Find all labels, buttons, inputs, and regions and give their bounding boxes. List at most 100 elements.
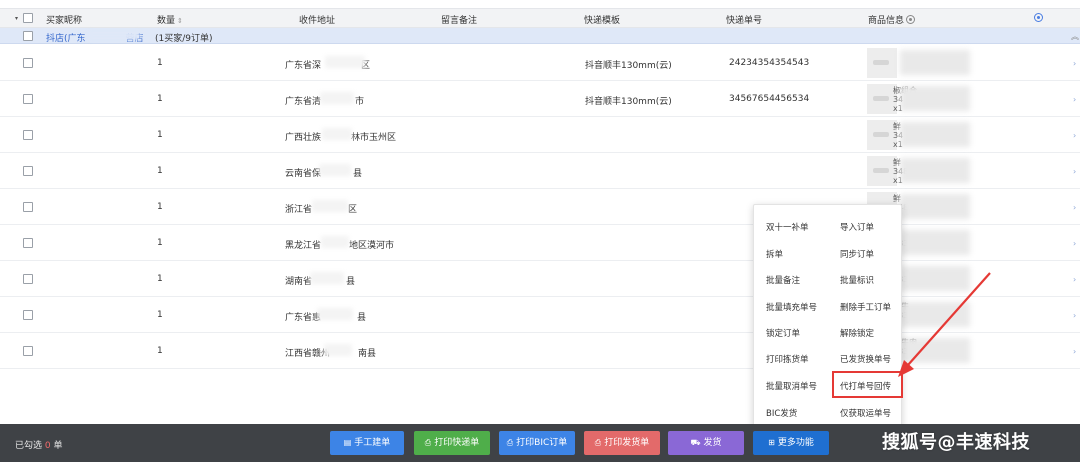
- shop-checkbox[interactable]: [23, 31, 33, 41]
- manual-create-button[interactable]: ▤ 手工建单: [330, 431, 404, 455]
- print-invoice-button[interactable]: ⎙ 打印发货单: [584, 431, 660, 455]
- row-template: 抖音顺丰130mm(云): [585, 97, 672, 107]
- chevron-icon[interactable]: ›: [1073, 347, 1076, 356]
- row-checkbox[interactable]: [23, 274, 33, 284]
- menu-shipped-change[interactable]: 已发货换单号: [840, 353, 891, 365]
- row-checkbox[interactable]: [23, 238, 33, 248]
- column-settings[interactable]: [1032, 13, 1043, 24]
- address-end: 县: [346, 277, 356, 287]
- col-product: 商品信息: [868, 13, 916, 26]
- table-row[interactable]: 1 广东省深区抖音顺丰130mm(云) 24234354354543 ›: [0, 45, 1080, 81]
- printer-icon: ⎙: [594, 438, 602, 447]
- truck-icon: ⛟: [690, 438, 701, 447]
- col-buyer: 买家昵称: [46, 16, 83, 26]
- redaction-blur: [320, 92, 354, 104]
- redaction-blur: [321, 236, 349, 248]
- menu-fetch-waybill[interactable]: 仅获取运单号: [840, 407, 891, 419]
- chevron-icon[interactable]: ›: [1073, 95, 1076, 104]
- table-row[interactable]: 1湖南省县椒483›: [0, 261, 1080, 297]
- redaction-blur: [324, 344, 352, 356]
- menu-split-order[interactable]: 拆单: [766, 248, 783, 260]
- row-qty: 1: [157, 202, 163, 212]
- ship-button[interactable]: ⛟ 发货: [668, 431, 744, 455]
- menu-delete-manual[interactable]: 删除手工订单: [840, 301, 891, 313]
- chevron-icon[interactable]: ›: [1073, 167, 1076, 176]
- row-qty: 1: [157, 274, 163, 284]
- redaction-blur: [900, 338, 970, 363]
- address-start: 广东省深: [285, 61, 322, 71]
- chevron-icon[interactable]: ›: [1073, 131, 1076, 140]
- print-bic-button[interactable]: ⎙ 打印BIC订单: [499, 431, 575, 455]
- redaction-blur: [325, 56, 365, 68]
- gear-icon[interactable]: [906, 15, 916, 24]
- address-end: 县: [353, 169, 363, 179]
- table-row[interactable]: 1广东省惠县椒牛483›: [0, 297, 1080, 333]
- menu-lock-order[interactable]: 锁定订单: [766, 327, 800, 339]
- redaction-blur: [900, 122, 970, 147]
- row-qty: 1: [157, 94, 163, 104]
- table-row[interactable]: 1浙江省区鲜348›: [0, 189, 1080, 225]
- redaction-blur: [900, 266, 970, 291]
- address-start: 湖南省: [285, 277, 313, 287]
- row-checkbox[interactable]: [23, 346, 33, 356]
- printer-icon: ⎙: [506, 438, 514, 447]
- table-row[interactable]: 1黑龙江省地区漠河市椒483›: [0, 225, 1080, 261]
- chevron-icon[interactable]: ›: [1073, 203, 1076, 212]
- menu-batch-fill[interactable]: 批量填充单号: [766, 301, 817, 313]
- selected-count: 已勾选 0 单: [15, 441, 63, 451]
- table-row[interactable]: 1 广西壮族 林市玉州区鲜 34 x1 ›: [0, 117, 1080, 153]
- row-tracking: 24234354354543: [729, 58, 810, 68]
- chevron-icon[interactable]: ›: [1073, 311, 1076, 320]
- print-express-button[interactable]: ⎙ 打印快递单: [414, 431, 490, 455]
- gear-icon[interactable]: [1034, 13, 1043, 22]
- more-functions-button[interactable]: ⊞ 更多功能: [753, 431, 829, 455]
- col-tracking: 快递单号: [726, 16, 763, 26]
- menu-sync-order[interactable]: 同步订单: [840, 248, 874, 260]
- table-row[interactable]: 1江西省赣州南县椒牛肉483424›: [0, 333, 1080, 369]
- highlight-box: [832, 371, 903, 398]
- product-thumbnail[interactable]: [867, 48, 897, 78]
- row-checkbox[interactable]: [23, 58, 33, 68]
- menu-batch-flag[interactable]: 批量标识: [840, 274, 874, 286]
- address-start: 黑龙江省: [285, 241, 322, 251]
- caret-down-icon[interactable]: ▾: [15, 15, 18, 22]
- menu-print-pick[interactable]: 打印拣货单: [766, 353, 809, 365]
- row-checkbox[interactable]: [23, 202, 33, 212]
- address-start: 广东省清: [285, 97, 322, 107]
- col-qty[interactable]: 数量 ⇕: [157, 13, 183, 26]
- chevron-icon[interactable]: ›: [1073, 239, 1076, 248]
- select-all-checkbox[interactable]: [23, 13, 33, 23]
- address-end: 县: [357, 313, 367, 323]
- table-row[interactable]: 1云南省保县鲜348x1›: [0, 153, 1080, 189]
- row-checkbox[interactable]: [23, 166, 33, 176]
- row-qty: 1: [157, 310, 163, 320]
- col-addr: 收件地址: [299, 16, 336, 26]
- collapse-icon[interactable]: ︽: [1071, 31, 1079, 42]
- row-checkbox[interactable]: [23, 310, 33, 320]
- menu-batch-cancel[interactable]: 批量取消单号: [766, 380, 817, 392]
- address-end: 市: [355, 97, 365, 107]
- col-template: 快递模板: [584, 16, 621, 26]
- row-qty: 1: [157, 166, 163, 176]
- row-tracking: 34567654456534: [729, 94, 810, 104]
- menu-double11[interactable]: 双十一补单: [766, 221, 809, 233]
- more-functions-menu: 双十一补单 导入订单 拆单 同步订单 批量备注 批量标识 批量填充单号 删除手工…: [753, 204, 903, 430]
- row-checkbox[interactable]: [23, 94, 33, 104]
- menu-import-order[interactable]: 导入订单: [840, 221, 874, 233]
- chevron-icon[interactable]: ›: [1073, 275, 1076, 284]
- redaction-blur: [319, 164, 351, 176]
- row-checkbox[interactable]: [23, 130, 33, 140]
- redaction-blur: [312, 200, 348, 212]
- redaction-blur: [317, 308, 353, 320]
- row-qty: 1: [157, 58, 163, 68]
- address-start: 广东省惠: [285, 313, 322, 323]
- menu-unlock[interactable]: 解除锁定: [840, 327, 874, 339]
- redaction-blur: [900, 50, 970, 75]
- menu-bic-ship[interactable]: BIC发货: [766, 407, 797, 419]
- table-row[interactable]: 1广东省清市抖音顺丰130mm(云)34567654456534椒组合34x1›: [0, 81, 1080, 117]
- menu-batch-note[interactable]: 批量备注: [766, 274, 800, 286]
- sort-icon[interactable]: ⇕: [177, 17, 183, 25]
- address-end: 地区漠河市: [349, 241, 395, 251]
- chevron-icon[interactable]: ›: [1073, 59, 1076, 68]
- redaction: [88, 31, 140, 40]
